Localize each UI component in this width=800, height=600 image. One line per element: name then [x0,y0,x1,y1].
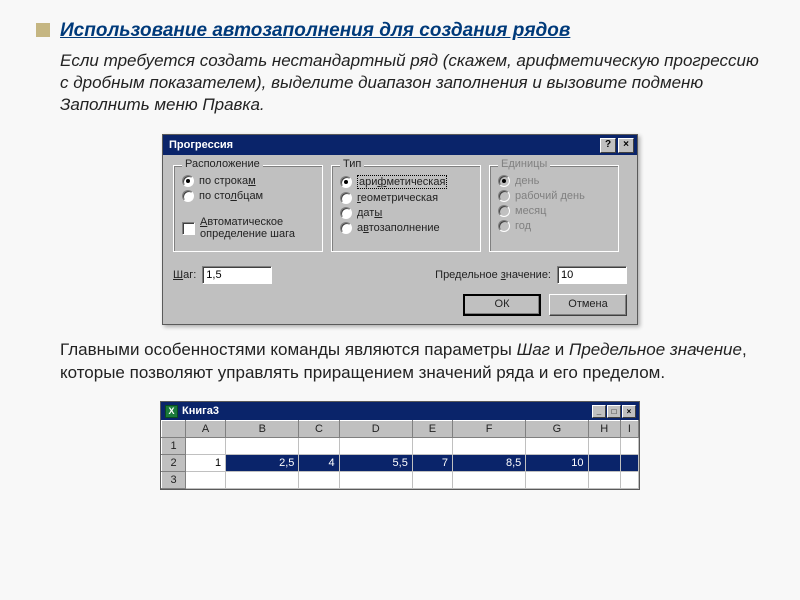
dialog-title: Прогрессия [169,139,233,151]
radio-by-cols[interactable]: по столбцам [182,190,314,202]
radio-icon [340,222,352,234]
radio-label: рабочий день [515,190,585,202]
radio-icon [498,190,510,202]
radio-icon [182,175,194,187]
cancel-button[interactable]: Отмена [549,294,627,316]
help-button[interactable]: ? [600,138,616,153]
cell[interactable]: 2,5 [226,455,299,472]
radio-label: арифметическая [357,175,447,189]
cell[interactable]: 5,5 [339,455,412,472]
row-header[interactable]: 3 [162,472,186,489]
cell[interactable]: 10 [526,455,588,472]
radio-icon [498,220,510,232]
group-units: Единицы день рабочий день месяц [489,165,619,252]
limit-input[interactable] [557,266,627,284]
bullet-icon [36,23,50,37]
radio-label: день [515,175,539,187]
spreadsheet-window: X Книга3 _ □ × A B C D E F G H I 1 2 [160,401,640,490]
radio-label: автозаполнение [357,222,440,234]
radio-label: месяц [515,205,546,217]
radio-label: даты [357,207,382,219]
table-row[interactable]: 3 [162,472,639,489]
close-button[interactable]: × [622,405,636,418]
row-header[interactable]: 1 [162,438,186,455]
col-header[interactable]: D [339,421,412,438]
radio-icon [498,175,510,187]
radio-label: геометрическая [357,192,438,204]
excel-icon: X [165,405,178,418]
radio-by-rows[interactable]: по строкам [182,175,314,187]
limit-label: Предельное значение: [435,269,551,281]
workbook-title: Книга3 [182,405,219,417]
dialog-titlebar: Прогрессия ? × [163,135,637,155]
row-header[interactable]: 2 [162,455,186,472]
col-header[interactable]: G [526,421,588,438]
radio-workday: рабочий день [498,190,610,202]
progression-dialog: Прогрессия ? × Расположение по строкам п… [162,134,638,325]
radio-label: год [515,220,531,232]
page-title: Использование автозаполнения для создани… [60,20,570,42]
group-layout-legend: Расположение [182,158,263,170]
group-units-legend: Единицы [498,158,550,170]
radio-geometric[interactable]: геометрическая [340,192,472,204]
radio-label: по строкам [199,175,256,187]
spreadsheet-titlebar: X Книга3 _ □ × [161,402,639,420]
col-header[interactable]: E [412,421,452,438]
ok-button[interactable]: ОК [463,294,541,316]
column-header-row: A B C D E F G H I [162,421,639,438]
group-type-legend: Тип [340,158,364,170]
table-row[interactable]: 1 [162,438,639,455]
col-header[interactable]: C [299,421,339,438]
radio-icon [340,176,352,188]
select-all-cell[interactable] [162,421,186,438]
col-header[interactable]: I [620,421,638,438]
radio-icon [498,205,510,217]
cell[interactable]: 8,5 [453,455,526,472]
col-header[interactable]: F [453,421,526,438]
col-header[interactable]: H [588,421,620,438]
radio-label: по столбцам [199,190,263,202]
intro-text: Если требуется создать нестандартный ряд… [60,50,764,116]
radio-icon [182,190,194,202]
cell[interactable] [620,455,638,472]
spreadsheet-grid[interactable]: A B C D E F G H I 1 2 1 2,5 4 5,5 7 8,5 … [161,420,639,489]
cell[interactable]: 1 [186,455,226,472]
close-button[interactable]: × [618,138,634,153]
radio-day: день [498,175,610,187]
step-label: Шаг: [173,269,196,281]
checkbox-auto-step[interactable]: Автоматическоеопределение шага [182,216,314,240]
cell[interactable] [588,455,620,472]
outro-text: Главными особенностями команды являются … [60,339,764,385]
step-input[interactable] [202,266,272,284]
radio-icon [340,192,352,204]
group-layout: Расположение по строкам по столбцам Авто… [173,165,323,252]
col-header[interactable]: A [186,421,226,438]
radio-dates[interactable]: даты [340,207,472,219]
radio-autofill[interactable]: автозаполнение [340,222,472,234]
minimize-button[interactable]: _ [592,405,606,418]
radio-year: год [498,220,610,232]
maximize-button[interactable]: □ [607,405,621,418]
cell[interactable]: 4 [299,455,339,472]
radio-arithmetic[interactable]: арифметическая [340,175,472,189]
checkbox-label: Автоматическоеопределение шага [200,216,295,240]
cell[interactable]: 7 [412,455,452,472]
checkbox-icon [182,222,195,235]
radio-month: месяц [498,205,610,217]
col-header[interactable]: B [226,421,299,438]
group-type: Тип арифметическая геометрическая даты [331,165,481,252]
radio-icon [340,207,352,219]
table-row[interactable]: 2 1 2,5 4 5,5 7 8,5 10 [162,455,639,472]
